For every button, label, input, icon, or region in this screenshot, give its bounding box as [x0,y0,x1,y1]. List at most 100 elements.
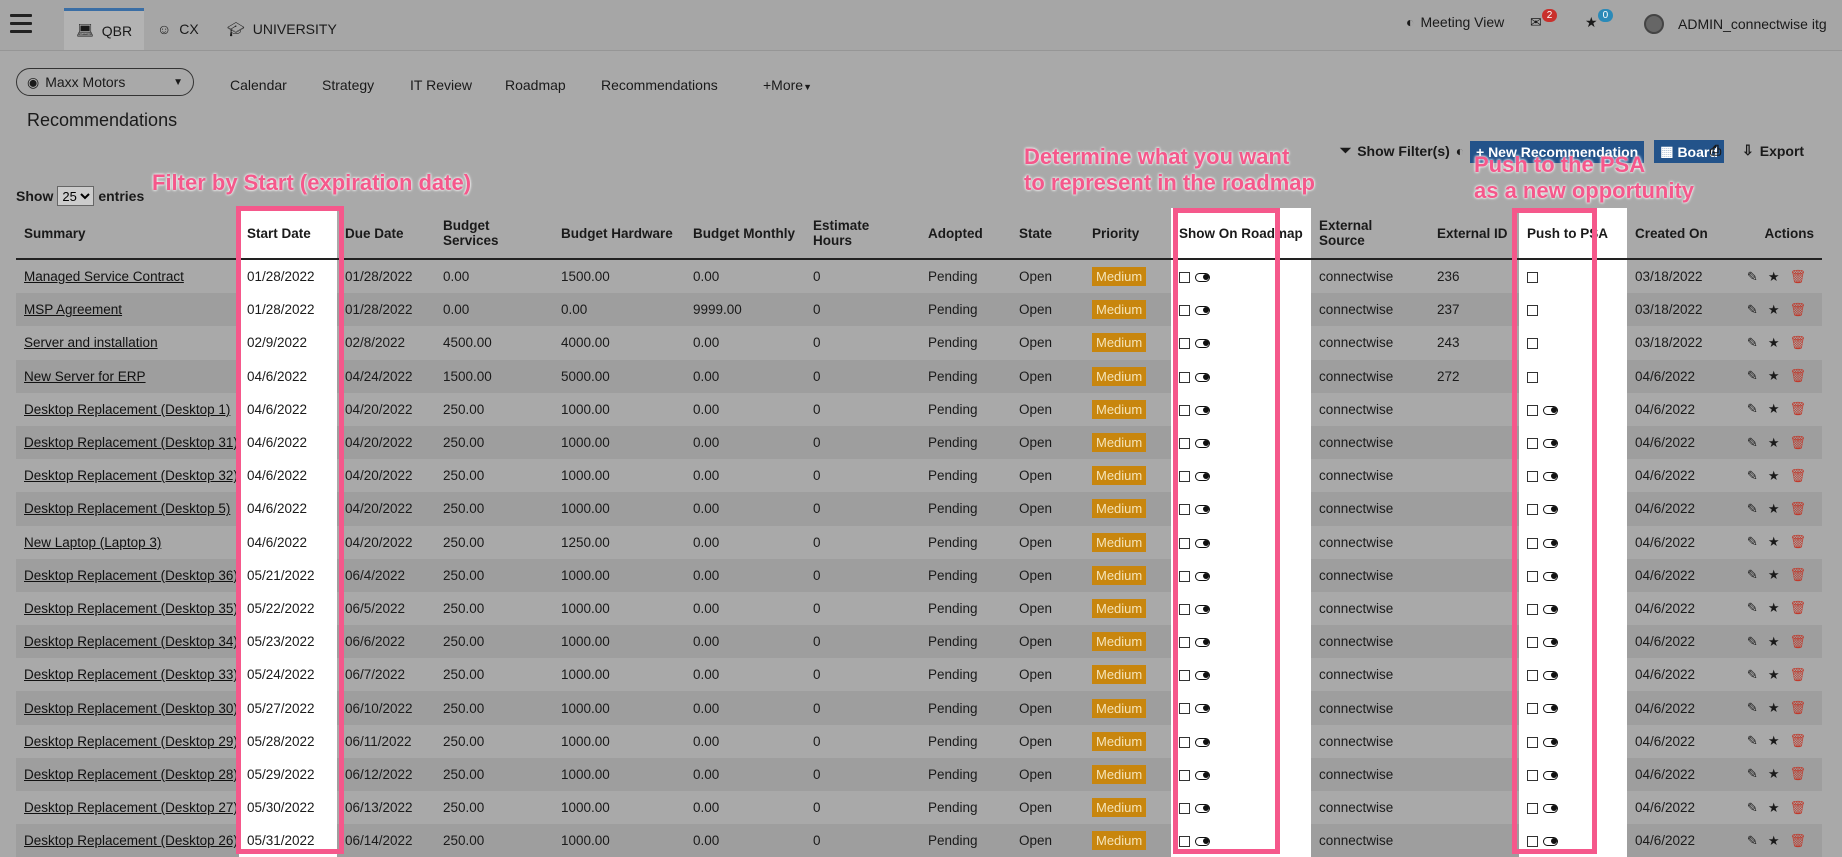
edit-icon[interactable]: ✎ [1747,534,1758,549]
show-on-roadmap-checkbox[interactable] [1179,404,1190,416]
trash-icon[interactable]: 🗑︎ [1789,833,1806,848]
edit-icon[interactable]: ✎ [1747,335,1758,350]
recommendation-link[interactable]: Managed Service Contract [24,269,184,284]
mail-button[interactable]: ✉ 2 [1530,9,1563,31]
star-icon[interactable]: ★ [1768,468,1780,483]
show-on-roadmap-checkbox[interactable] [1179,338,1190,350]
push-to-psa-checkbox[interactable] [1527,404,1538,416]
recommendation-link[interactable]: Desktop Replacement (Desktop 27) [24,800,238,815]
edit-icon[interactable]: ✎ [1747,435,1758,450]
star-icon[interactable]: ★ [1768,600,1780,615]
roadmap-toggle[interactable] [1195,405,1210,415]
star-icon[interactable]: ★ [1768,534,1780,549]
star-icon[interactable]: ★ [1768,435,1780,450]
column-header[interactable]: Budget Services [435,208,553,260]
column-header[interactable]: Budget Monthly [685,208,805,260]
show-on-roadmap-checkbox[interactable] [1179,371,1190,383]
push-psa-toggle[interactable] [1543,438,1558,448]
push-psa-toggle[interactable] [1543,638,1558,648]
trash-icon[interactable]: 🗑︎ [1789,335,1806,350]
subnav-recommendations[interactable]: Recommendations [601,77,718,93]
user-menu[interactable]: ADMIN_connectwise itg [1644,14,1827,34]
show-on-roadmap-checkbox[interactable] [1179,836,1190,848]
star-icon[interactable]: ★ [1768,269,1780,284]
show-on-roadmap-checkbox[interactable] [1179,537,1190,549]
star-icon[interactable]: ★ [1768,567,1780,582]
client-select[interactable]: ◉ Maxx Motors ▼ [16,68,194,96]
roadmap-toggle[interactable] [1195,306,1210,316]
edit-icon[interactable]: ✎ [1747,567,1758,582]
push-psa-toggle[interactable] [1543,770,1558,780]
edit-icon[interactable]: ✎ [1747,800,1758,815]
push-psa-toggle[interactable] [1543,505,1558,515]
push-to-psa-checkbox[interactable] [1527,371,1538,383]
edit-icon[interactable]: ✎ [1747,766,1758,781]
star-icon[interactable]: ★ [1768,401,1780,416]
show-on-roadmap-checkbox[interactable] [1179,670,1190,682]
edit-icon[interactable]: ✎ [1747,833,1758,848]
roadmap-toggle[interactable] [1195,704,1210,714]
push-to-psa-checkbox[interactable] [1527,637,1538,649]
recommendation-link[interactable]: Desktop Replacement (Desktop 32) [24,468,238,483]
column-header[interactable]: Budget Hardware [553,208,685,260]
show-on-roadmap-checkbox[interactable] [1179,637,1190,649]
star-icon[interactable]: ★ [1768,766,1780,781]
trash-icon[interactable]: 🗑︎ [1789,766,1806,781]
trash-icon[interactable]: 🗑︎ [1789,733,1806,748]
show-on-roadmap-checkbox[interactable] [1179,504,1190,516]
recommendation-link[interactable]: Server and installation [24,335,158,350]
push-to-psa-checkbox[interactable] [1527,603,1538,615]
push-to-psa-checkbox[interactable] [1527,570,1538,582]
edit-icon[interactable]: ✎ [1747,667,1758,682]
push-psa-toggle[interactable] [1543,671,1558,681]
push-to-psa-checkbox[interactable] [1527,437,1538,449]
export-button[interactable]: ⇩ Export [1742,142,1804,159]
column-header[interactable]: Show On Roadmap [1171,208,1311,260]
column-header[interactable]: External Source [1311,208,1429,260]
roadmap-toggle[interactable] [1195,505,1210,515]
edit-icon[interactable]: ✎ [1747,302,1758,317]
subnav-strategy[interactable]: Strategy [322,77,374,93]
show-filters-toggle[interactable]: ⏷ Show Filter(s) ◐ [1340,142,1464,159]
star-icon[interactable]: ★ [1768,733,1780,748]
column-header[interactable]: Estimate Hours [805,208,920,260]
star-icon[interactable]: ★ [1768,667,1780,682]
recommendation-link[interactable]: Desktop Replacement (Desktop 26) [24,833,238,848]
subnav-roadmap[interactable]: Roadmap [505,77,566,93]
roadmap-toggle[interactable] [1195,438,1210,448]
show-on-roadmap-checkbox[interactable] [1179,736,1190,748]
tab-cx[interactable]: ☺ CX [145,8,211,50]
star-icon[interactable]: ★ [1768,634,1780,649]
hamburger-menu-icon[interactable] [10,14,32,38]
recommendation-link[interactable]: Desktop Replacement (Desktop 1) [24,402,230,417]
roadmap-toggle[interactable] [1195,671,1210,681]
push-to-psa-checkbox[interactable] [1527,504,1538,516]
trash-icon[interactable]: 🗑︎ [1789,269,1806,284]
recommendation-link[interactable]: MSP Agreement [24,302,122,317]
column-header[interactable]: Created On [1627,208,1735,260]
trash-icon[interactable]: 🗑︎ [1789,667,1806,682]
show-on-roadmap-checkbox[interactable] [1179,603,1190,615]
push-to-psa-checkbox[interactable] [1527,736,1538,748]
star-icon[interactable]: ★ [1768,302,1780,317]
push-to-psa-checkbox[interactable] [1527,670,1538,682]
star-icon[interactable]: ★ [1768,501,1780,516]
push-to-psa-checkbox[interactable] [1527,703,1538,715]
trash-icon[interactable]: 🗑︎ [1789,634,1806,649]
edit-icon[interactable]: ✎ [1747,368,1758,383]
entries-select[interactable]: 25 [57,186,95,206]
edit-icon[interactable]: ✎ [1747,269,1758,284]
subnav-calendar[interactable]: Calendar [230,77,287,93]
favorites-button[interactable]: ★ 0 [1585,9,1619,31]
push-to-psa-checkbox[interactable] [1527,272,1538,284]
roadmap-toggle[interactable] [1195,837,1210,847]
tab-qbr[interactable]: 💻︎ QBR [64,8,145,50]
trash-icon[interactable]: 🗑︎ [1789,368,1806,383]
trash-icon[interactable]: 🗑︎ [1789,302,1806,317]
recommendation-link[interactable]: Desktop Replacement (Desktop 29) [24,734,238,749]
column-header[interactable]: State [1011,208,1084,260]
recommendation-link[interactable]: Desktop Replacement (Desktop 35) [24,601,238,616]
show-on-roadmap-checkbox[interactable] [1179,471,1190,483]
trash-icon[interactable]: 🗑︎ [1789,534,1806,549]
print-button[interactable]: ⎙ [1710,142,1721,159]
